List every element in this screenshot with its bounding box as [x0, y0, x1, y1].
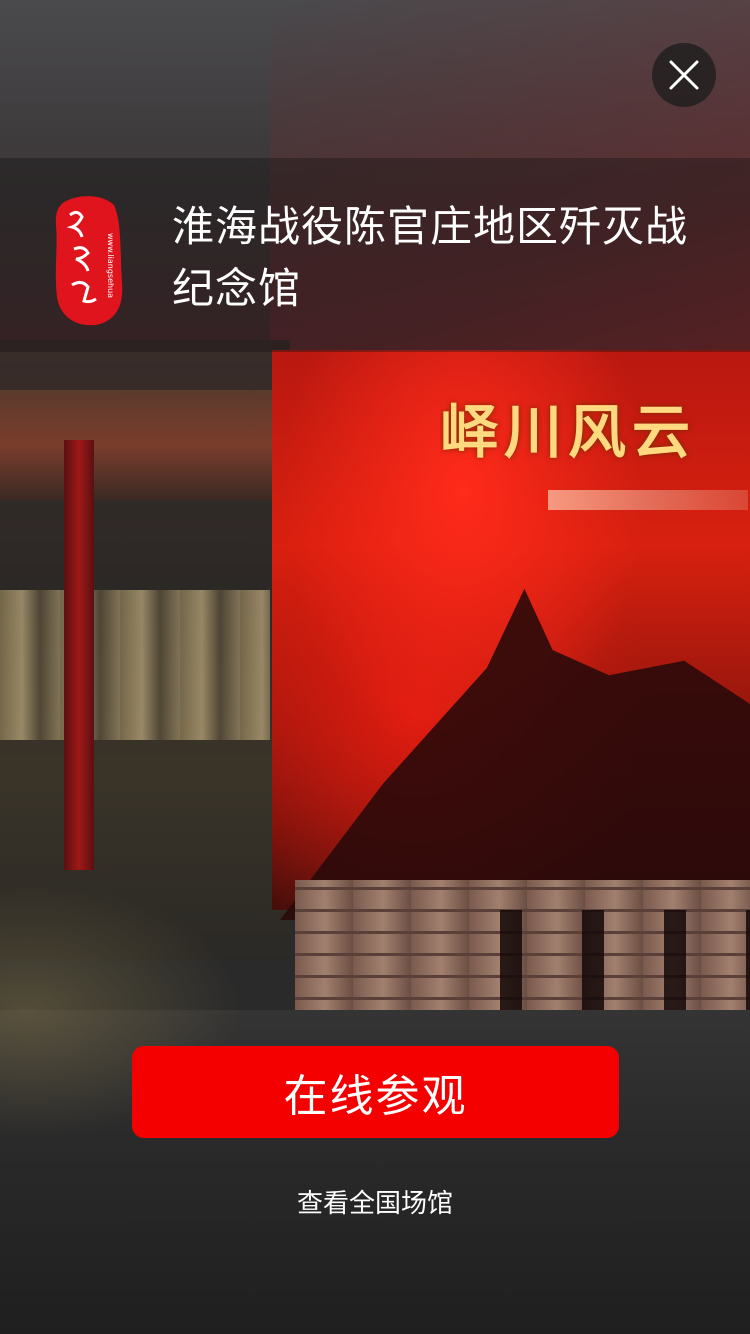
mural-sign-text: 峄川风云	[440, 398, 697, 466]
visit-online-button[interactable]: 在线参观	[132, 1046, 619, 1138]
left-red-pillar	[64, 440, 94, 870]
close-button[interactable]	[652, 43, 716, 107]
logo-url-text: www.liangsehua	[106, 233, 115, 298]
left-exhibit-panels	[0, 590, 270, 740]
view-all-venues-link[interactable]: 查看全国场馆	[0, 1184, 750, 1224]
red-seal-logo: www.liangsehua	[55, 196, 123, 326]
mural-subtitle-strip	[548, 490, 748, 510]
left-exhibit-beam	[0, 390, 290, 500]
page-title: 淮海战役陈官庄地区歼灭战纪念馆	[172, 202, 689, 313]
close-icon	[669, 60, 699, 90]
